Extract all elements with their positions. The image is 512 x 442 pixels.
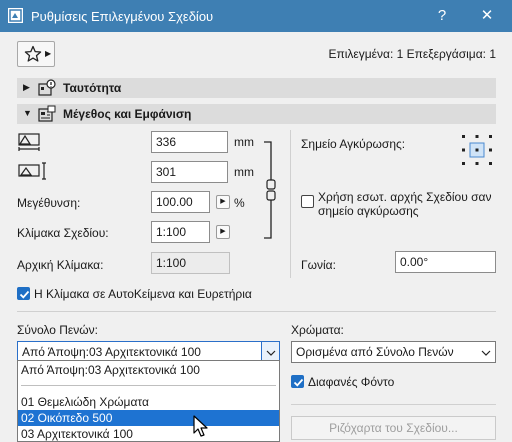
id-card-icon	[38, 79, 56, 96]
checkmark-icon	[293, 378, 304, 387]
magnification-arrow-button[interactable]: ▶	[216, 195, 230, 209]
pointer-cursor-icon	[193, 415, 208, 437]
transparent-background-label: Διαφανές Φόντο	[308, 375, 395, 389]
list-divider	[21, 385, 276, 386]
separator	[291, 404, 496, 405]
transparent-background-checkbox[interactable]	[291, 375, 304, 388]
favorites-button[interactable]: ▶	[17, 41, 55, 67]
pen-set-option[interactable]: 03 Αρχιτεκτονικά 100	[18, 426, 279, 441]
section-size-appearance[interactable]: ▼ Μέγεθος και Εμφάνιση	[17, 104, 496, 124]
section-size-appearance-label: Μέγεθος και Εμφάνιση	[63, 107, 192, 121]
pen-set-label: Σύνολο Πενών:	[17, 323, 98, 337]
colors-select[interactable]: Ορισμένα από Σύνολο Πενών	[291, 341, 496, 363]
drawing-scale-label: Κλίμακα Σχεδίου:	[17, 226, 109, 240]
scale-in-autotext-label: Η Κλίμακα σε ΑυτοΚείμενα και Ευρετήρια	[34, 287, 252, 301]
magnification-label: Μεγέθυνση:	[17, 196, 81, 210]
pen-set-dropdown-list: Από Άποψη:03 Αρχιτεκτονικά 100 01 Θεμελι…	[17, 360, 280, 442]
pen-set-selected-value: Από Άποψη:03 Αρχιτεκτονικά 100	[22, 345, 201, 359]
pen-set-option-highlighted[interactable]: 02 Οικόπεδο 500	[18, 410, 279, 426]
dialog-content: ▶ Επιλεγμένα: 1 Επεξεργάσιμα: 1 ▶ Ταυτότ…	[0, 32, 512, 442]
anchor-point-label: Σημείο Αγκύρωσης:	[301, 137, 406, 151]
chevron-right-icon: ▶	[45, 49, 52, 58]
drawing-scale-arrow-button[interactable]: ▶	[216, 225, 230, 239]
drawing-settings-icon	[8, 8, 23, 23]
drawing-scale-input[interactable]: 1:100	[151, 221, 210, 243]
chevron-down-icon	[261, 342, 279, 362]
window-title: Ρυθμίσεις Επιλεγμένου Σχεδίου	[31, 9, 214, 24]
section-identity[interactable]: ▶ Ταυτότητα	[17, 78, 496, 98]
column-divider	[290, 130, 291, 278]
colors-label: Χρώματα:	[291, 323, 344, 337]
colors-selected-value: Ορισμένα από Σύνολο Πενών	[296, 345, 454, 359]
checkmark-icon	[19, 290, 30, 299]
height-icon	[18, 162, 46, 180]
proportion-chain-icon[interactable]	[262, 140, 278, 240]
original-scale-label: Αρχική Κλίμακα:	[17, 258, 104, 272]
selection-status: Επιλεγμένα: 1 Επεξεργάσιμα: 1	[328, 47, 496, 61]
expand-arrow-icon: ▶	[23, 82, 30, 92]
angle-input[interactable]: 0.00°	[395, 251, 496, 273]
width-icon	[18, 133, 40, 151]
angle-label: Γωνία:	[301, 258, 336, 272]
title-bar: Ρυθμίσεις Επιλεγμένου Σχεδίου ? ✕	[0, 0, 512, 32]
height-input[interactable]: 301	[151, 161, 228, 183]
chevron-down-icon	[477, 342, 495, 362]
star-icon	[24, 45, 42, 62]
original-scale-value: 1:100	[151, 252, 230, 274]
use-drawing-origin-checkbox[interactable]	[301, 195, 314, 208]
use-drawing-origin-label: Χρήση εσωτ. αρχής Σχεδίου σαν σημείο αγκ…	[318, 190, 492, 218]
close-button[interactable]: ✕	[469, 0, 505, 32]
scale-in-autotext-checkbox[interactable]	[17, 287, 30, 300]
pen-set-option[interactable]: 01 Θεμελιώδη Χρώματα	[18, 394, 279, 410]
width-unit: mm	[234, 135, 254, 149]
height-unit: mm	[234, 165, 254, 179]
drawing-layout-icon	[38, 105, 56, 122]
pen-set-option[interactable]: Από Άποψη:03 Αρχιτεκτονικά 100	[18, 362, 279, 378]
anchor-point-grid-icon[interactable]	[460, 133, 494, 167]
help-button[interactable]: ?	[424, 0, 460, 32]
drawing-plot-button[interactable]: Ριζόχαρτα του Σχεδίου...	[291, 416, 496, 440]
section-identity-label: Ταυτότητα	[63, 81, 122, 95]
width-input[interactable]: 336	[151, 131, 228, 153]
collapse-arrow-icon: ▼	[23, 108, 32, 118]
separator	[17, 311, 496, 312]
magnification-input[interactable]: 100.00	[151, 191, 210, 213]
magnification-unit: %	[234, 196, 245, 210]
